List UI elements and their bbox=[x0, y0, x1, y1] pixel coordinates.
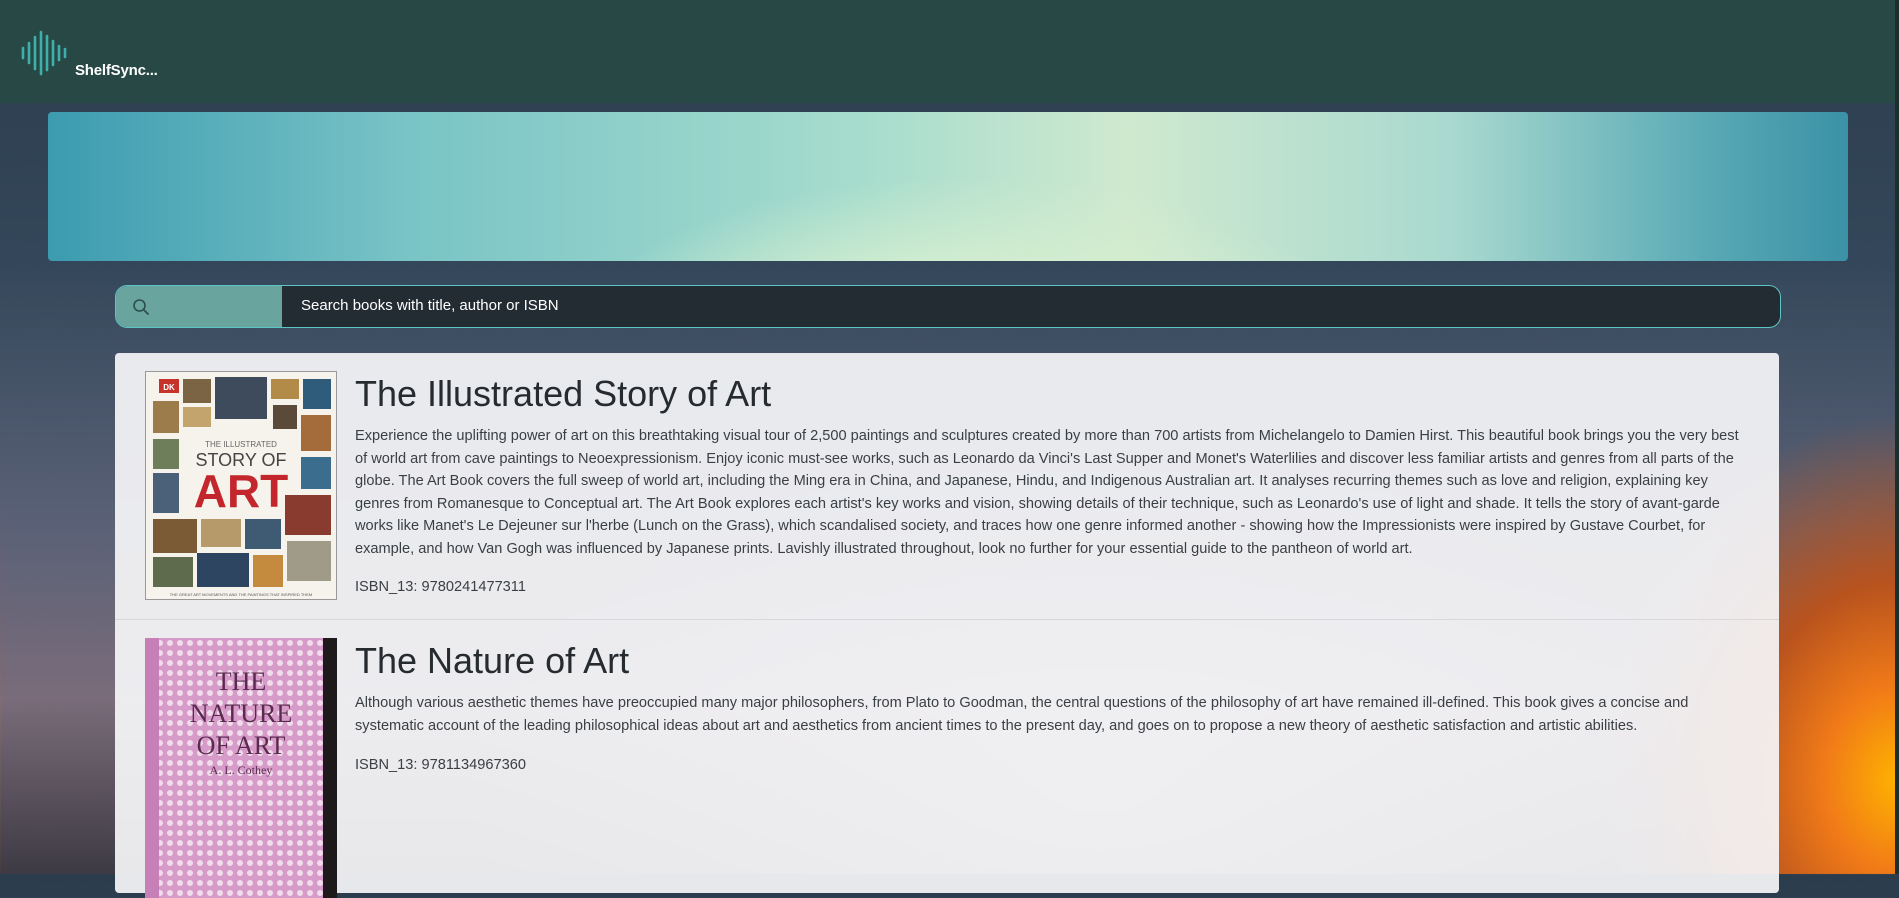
scrollbar[interactable] bbox=[1895, 0, 1899, 874]
cover-author: A. L. Cothey bbox=[210, 763, 273, 777]
book-description: Experience the uplifting power of art on… bbox=[355, 428, 1739, 557]
search-results: DK THE ILLUSTRATED STORY OF ART THE GREA… bbox=[115, 353, 1779, 898]
top-navbar: ShelfSync... bbox=[0, 0, 1899, 103]
book-isbn: ISBN_13: 9780241477311 bbox=[355, 579, 526, 595]
cover-line2: ART bbox=[194, 465, 289, 517]
search-bar[interactable]: Search books with title, author or ISBN bbox=[115, 285, 1781, 328]
search-input[interactable]: Search books with title, author or ISBN bbox=[301, 297, 559, 314]
book-cover[interactable]: DK THE ILLUSTRATED STORY OF ART THE GREA… bbox=[145, 371, 337, 600]
brand-logo[interactable]: ShelfSync... bbox=[20, 28, 160, 80]
book-cover[interactable]: THE NATURE OF ART A. L. Cothey bbox=[145, 638, 337, 898]
brand-name: ShelfSync... bbox=[75, 62, 158, 79]
book-isbn: ISBN_13: 9781134967360 bbox=[355, 757, 526, 773]
hero-banner bbox=[48, 112, 1848, 261]
cover-top-line: THE ILLUSTRATED bbox=[205, 440, 277, 449]
cover-line3: OF ART bbox=[197, 731, 286, 760]
cover-tagline: THE GREAT ART MOVEMENTS AND THE PAINTING… bbox=[170, 592, 312, 597]
cover-line2: NATURE bbox=[190, 699, 293, 728]
book-title[interactable]: The Illustrated Story of Art bbox=[355, 373, 771, 415]
sound-wave-icon bbox=[21, 30, 67, 76]
book-description: Although various aesthetic themes have p… bbox=[355, 695, 1689, 734]
search-button[interactable] bbox=[116, 286, 282, 327]
publisher-logo: DK bbox=[163, 383, 175, 392]
cover-line1: THE bbox=[216, 667, 267, 696]
book-title[interactable]: The Nature of Art bbox=[355, 640, 629, 682]
book-result-item[interactable]: DK THE ILLUSTRATED STORY OF ART THE GREA… bbox=[115, 353, 1779, 620]
search-icon bbox=[133, 299, 149, 315]
book-result-item[interactable]: THE NATURE OF ART A. L. Cothey The Natur… bbox=[115, 620, 1779, 898]
